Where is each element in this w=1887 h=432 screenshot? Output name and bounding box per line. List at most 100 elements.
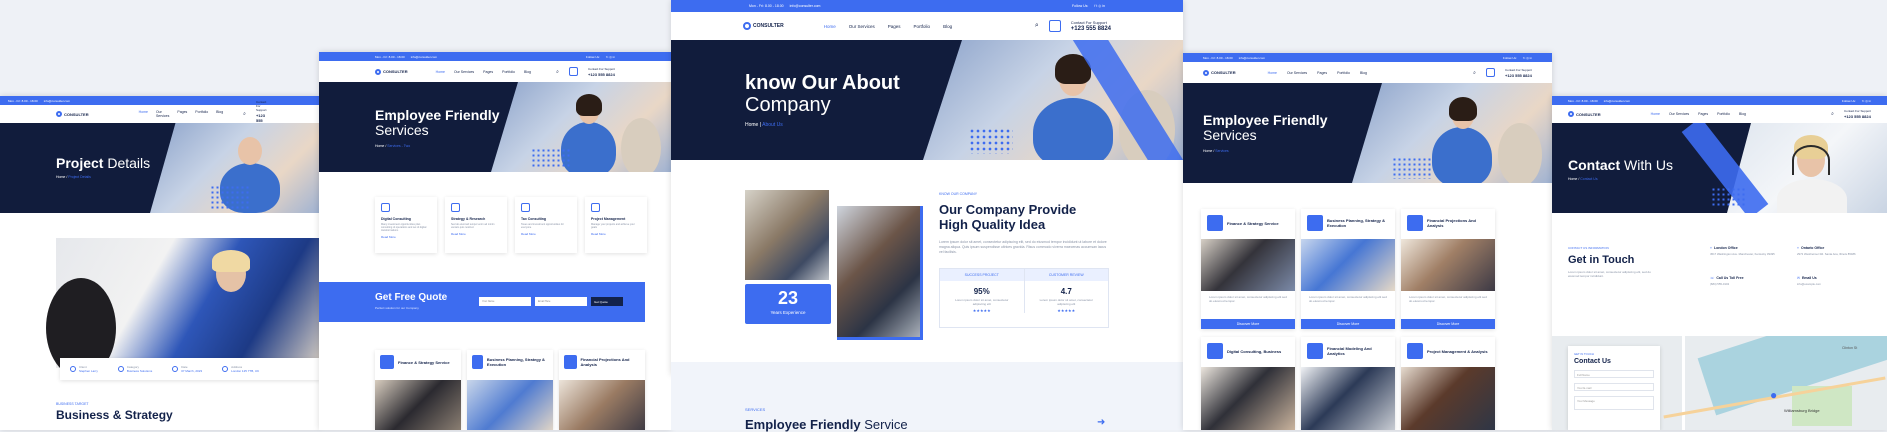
support-box: Contact For Support +123 555 8824 <box>1505 68 1532 78</box>
search-icon[interactable]: ⌕ <box>1473 70 1476 76</box>
logo[interactable]: CONSULTER <box>1203 69 1236 76</box>
page-title: know Our About Company <box>745 72 900 116</box>
discover-more-button[interactable]: Discover More <box>1201 319 1295 329</box>
quote-name-input[interactable]: Your Name <box>479 297 531 306</box>
menu-services[interactable]: Our Services <box>454 70 474 74</box>
bottom-card[interactable]: Business Planning, Strategy & Execution <box>467 350 553 430</box>
card-title: Digital Consulting <box>381 217 411 221</box>
phone-icon <box>568 67 578 76</box>
discover-more-button[interactable]: Discover More <box>1401 319 1495 329</box>
menu-portfolio[interactable]: Portfolio <box>502 70 515 74</box>
logo[interactable]: CONSULTER <box>56 111 89 117</box>
map[interactable]: ● Williamsburg Bridge Clinton St GET IN … <box>1552 336 1887 430</box>
meta-address: Address London 125 7TB, UK <box>222 365 259 373</box>
menu-blog[interactable]: Blog <box>943 24 952 29</box>
menu-portfolio[interactable]: Portfolio <box>914 24 931 29</box>
tab-review[interactable]: CUSTOMER REVIEW <box>1023 269 1108 281</box>
message-input[interactable]: Your Message <box>1574 396 1654 410</box>
search-icon[interactable]: ⌕ <box>556 69 559 75</box>
arrow-right-icon[interactable]: ➜ <box>1097 417 1105 428</box>
menu-portfolio[interactable]: Portfolio <box>1717 112 1730 116</box>
read-more-link[interactable]: Read More <box>451 232 501 236</box>
email-input[interactable]: Your E-mail <box>1574 383 1654 391</box>
social-icons[interactable]: f t ◎ in <box>1862 99 1871 103</box>
menu-blog[interactable]: Blog <box>216 110 223 118</box>
full-name-input[interactable]: Full Name <box>1574 370 1654 378</box>
hours-text: Mon - Fri: 8.00 - 18.00 <box>1568 98 1598 103</box>
logo[interactable]: CONSULTER <box>375 68 408 75</box>
social-icons[interactable]: f t ◎ in <box>606 55 615 59</box>
map-road <box>1682 336 1685 430</box>
social-icons[interactable]: f t ◎ in <box>1523 56 1532 60</box>
menu-pages[interactable]: Pages <box>1317 71 1327 75</box>
service-card[interactable]: Project Management Manage your projects … <box>585 197 647 253</box>
discover-more-button[interactable]: Discover More <box>1301 319 1395 329</box>
search-icon[interactable]: ⌕ <box>1831 111 1834 117</box>
menu-services[interactable]: Our Services <box>1669 112 1689 116</box>
crumb-current: Project Details <box>68 175 91 179</box>
menu-home[interactable]: Home <box>824 24 836 29</box>
social-icons[interactable]: f t ◎ in <box>1094 4 1105 8</box>
email-text[interactable]: info@consulter.com <box>1604 99 1630 103</box>
logo[interactable]: CONSULTER <box>743 22 784 30</box>
menu-portfolio[interactable]: Portfolio <box>1337 71 1350 75</box>
menu-services[interactable]: Our Services <box>849 24 875 29</box>
email-text[interactable]: info@consulter.com <box>1239 56 1265 60</box>
service-card[interactable]: Tax Consulting Taxes and investment oppo… <box>515 197 577 253</box>
quote-email-input[interactable]: Email Here <box>535 297 587 306</box>
tab-success[interactable]: SUCCESS PROJECT <box>940 269 1024 281</box>
card-text: Manage your projects and achieve your go… <box>591 223 635 229</box>
get-quote-button[interactable]: Get Quote <box>591 297 623 306</box>
bottom-card[interactable]: Finance & Strategy Service <box>375 350 461 430</box>
crumb-home[interactable]: Home <box>375 144 384 148</box>
menu-services[interactable]: Our Services <box>1287 71 1307 75</box>
email-text[interactable]: info@consulter.com <box>44 99 70 103</box>
logo-mark-icon <box>743 22 751 30</box>
support-phone[interactable]: +123 555 8824 <box>1071 26 1111 32</box>
menu-blog[interactable]: Blog <box>1739 112 1746 116</box>
read-more-link[interactable]: Read More <box>591 232 641 236</box>
call-value[interactable]: (684) 555-0102 <box>1710 282 1780 286</box>
support-phone[interactable]: +123 555 8824 <box>1844 114 1871 119</box>
menu-pages[interactable]: Pages <box>483 70 493 74</box>
service-card[interactable]: Strategy & Research Sed do eiusmod tempo… <box>445 197 507 253</box>
form-heading: Contact Us <box>1574 358 1611 365</box>
service-card[interactable]: Financial Projections And Analysis Lorem… <box>1401 209 1495 329</box>
menu-home[interactable]: Home <box>436 70 445 74</box>
menu-home[interactable]: Home <box>1651 112 1660 116</box>
crumb-home[interactable]: Home <box>56 175 65 179</box>
crumb-home[interactable]: Home <box>1568 177 1577 181</box>
service-card[interactable]: Finance & Strategy Service Lorem ipsum d… <box>1201 209 1295 329</box>
crumb-home[interactable]: Home <box>745 122 758 128</box>
stat-value: 4.7 <box>1060 287 1072 296</box>
read-more-link[interactable]: Read More <box>521 232 571 236</box>
mail-value[interactable]: info@example.com <box>1797 282 1867 286</box>
menu-pages[interactable]: Pages <box>1698 112 1708 116</box>
email-text[interactable]: info@consulter.com <box>411 55 437 59</box>
service-card[interactable]: Digital Consulting Many investment oppor… <box>375 197 437 253</box>
menu-blog[interactable]: Blog <box>1360 71 1367 75</box>
location-icon: ⌖ <box>1710 246 1712 250</box>
support-phone[interactable]: +123 555 8824 <box>1505 73 1532 78</box>
bottom-card[interactable]: Financial Projections And Analysis <box>559 350 645 430</box>
service-card[interactable]: Digital Consulting, Business <box>1201 337 1295 430</box>
menu-services[interactable]: Our Services <box>156 110 169 118</box>
menu-pages[interactable]: Pages <box>177 110 187 118</box>
menu-home[interactable]: Home <box>139 110 148 118</box>
menu-blog[interactable]: Blog <box>524 70 531 74</box>
logo[interactable]: CONSULTER <box>1568 111 1601 117</box>
menu-home[interactable]: Home <box>1268 71 1277 75</box>
read-more-link[interactable]: Read More <box>381 235 431 239</box>
menu-pages[interactable]: Pages <box>888 24 901 29</box>
email-text[interactable]: info@consulter.com <box>790 4 821 8</box>
crumb-home[interactable]: Home <box>1203 149 1212 153</box>
service-card[interactable]: Financial Modeling And Analytics <box>1301 337 1395 430</box>
support-phone[interactable]: +123 555 8824 <box>588 72 615 77</box>
card-title: Financial Modeling And Analytics <box>1327 346 1372 356</box>
search-icon[interactable]: ⌕ <box>1035 22 1039 30</box>
search-icon[interactable]: ⌕ <box>243 111 246 117</box>
service-card[interactable]: Project Management & Analysis <box>1401 337 1495 430</box>
menu-portfolio[interactable]: Portfolio <box>195 110 208 118</box>
service-card[interactable]: Business Planning, Strategy & Execution … <box>1301 209 1395 329</box>
title-light: Details <box>107 155 151 171</box>
